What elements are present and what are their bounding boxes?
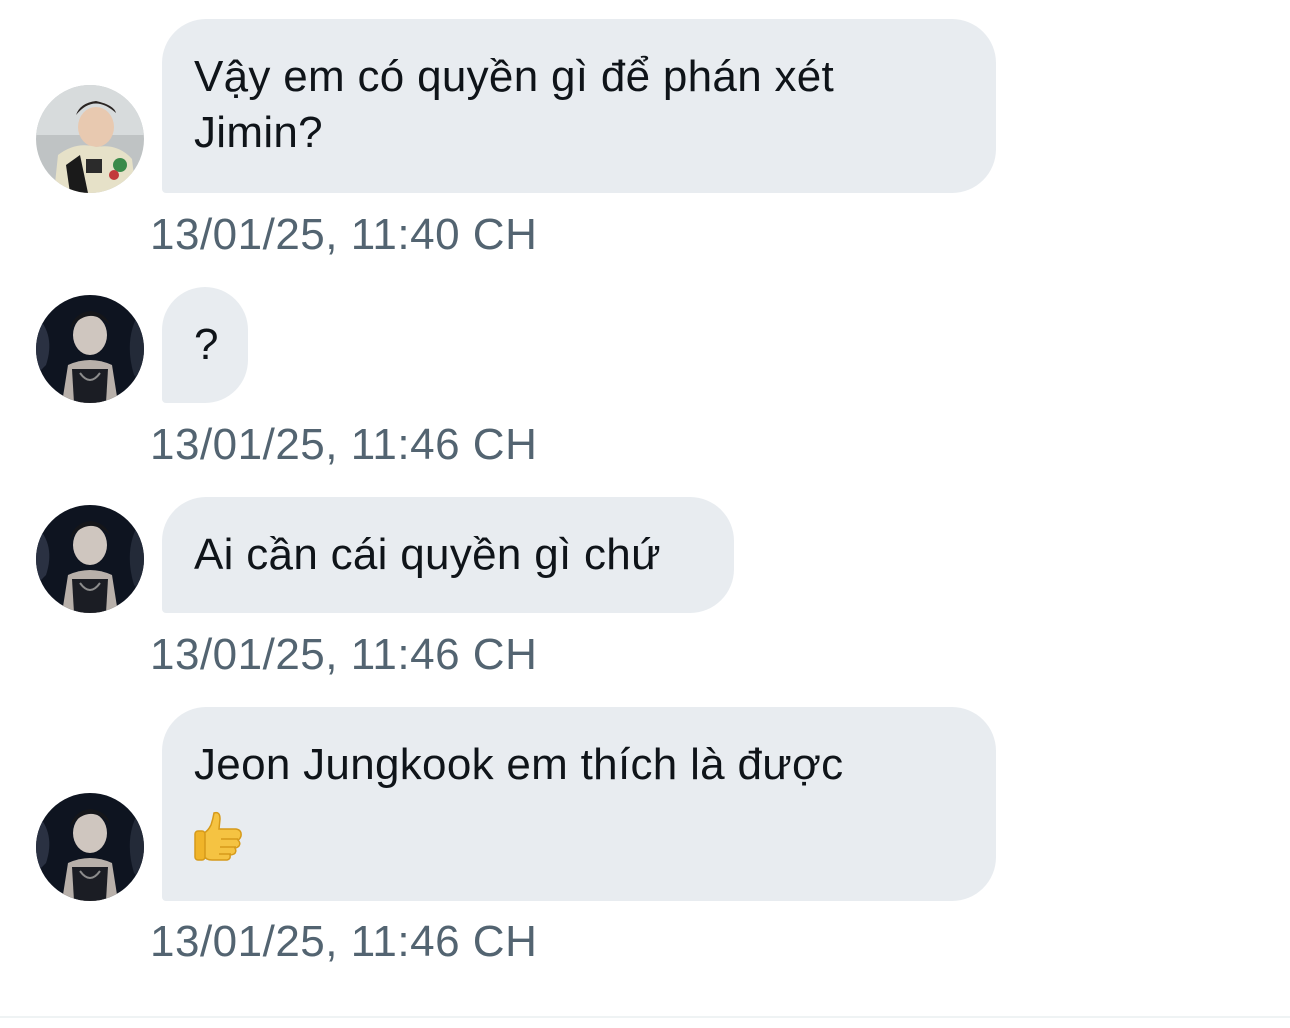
message-text-line: Vậy em có quyền gì để phán xét: [194, 52, 835, 101]
avatar[interactable]: [36, 85, 144, 193]
avatar-photo-icon: [36, 505, 144, 613]
avatar-photo-icon: [36, 85, 144, 193]
message-text-line: ?: [194, 320, 219, 369]
message-timestamp: 13/01/25, 11:46 CH: [150, 917, 538, 966]
divider: [0, 1016, 1290, 1018]
avatar-photo-icon: [36, 793, 144, 901]
message-text-line: Ai cần cái quyền gì chứ: [194, 530, 661, 579]
message-timestamp: 13/01/25, 11:46 CH: [150, 630, 538, 679]
message-timestamp: 13/01/25, 11:40 CH: [150, 210, 538, 259]
thumbs-up-icon: [194, 811, 242, 861]
avatar-photo-icon: [36, 295, 144, 403]
message-emoji-line: [194, 793, 964, 875]
message-bubble[interactable]: Jeon Jungkook em thích là được: [162, 707, 996, 901]
message-bubble[interactable]: Ai cần cái quyền gì chứ: [162, 497, 734, 613]
message-timestamp: 13/01/25, 11:46 CH: [150, 420, 538, 469]
message-bubble[interactable]: Vậy em có quyền gì để phán xét Jimin?: [162, 19, 996, 193]
avatar[interactable]: [36, 295, 144, 403]
message-text-line: Jimin?: [194, 108, 323, 157]
message-text-line: Jeon Jungkook em thích là được: [194, 740, 844, 789]
message-bubble[interactable]: ?: [162, 287, 248, 403]
avatar[interactable]: [36, 793, 144, 901]
avatar[interactable]: [36, 505, 144, 613]
